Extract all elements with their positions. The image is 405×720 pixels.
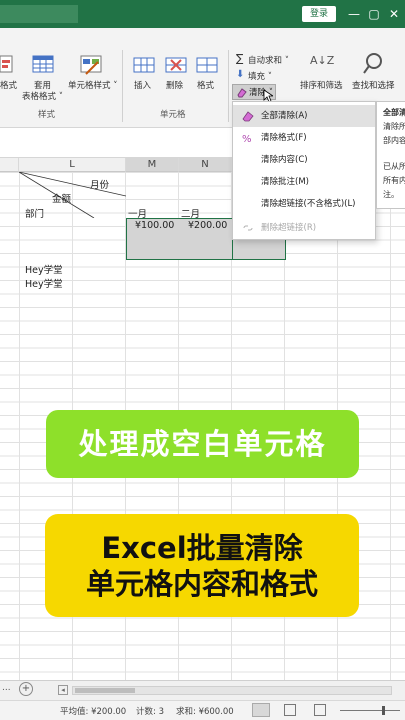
menu-item-remove-hyperlinks: 删除超链接(R) [233,217,375,239]
delete-label[interactable]: 删除 [166,79,183,91]
delete-cells-icon[interactable] [165,54,187,76]
column-header-n[interactable]: N [179,158,232,172]
fill-label[interactable]: 填充 ˅ [248,70,272,82]
page-break-icon[interactable] [314,704,326,716]
tooltip-text: 所有内 [383,176,405,185]
title-search-box[interactable] [0,5,78,23]
menu-item-clear-format[interactable]: % 清除格式(F) [233,127,375,149]
tooltip-text: 已从所 [383,162,405,171]
status-count: 计数: 3 [136,707,164,717]
title-bar: 登录 — ▢ ✕ [0,0,405,28]
clear-format-icon: % [242,134,252,144]
ribbon-divider [228,50,229,122]
horizontal-scrollbar[interactable] [72,686,392,695]
cond-format-label[interactable]: 格式 [0,79,17,91]
svg-text:%: % [242,134,252,144]
column-header-m[interactable]: M [126,158,179,172]
sort-filter-label[interactable]: 排序和筛选 [300,79,343,91]
row-label-1[interactable]: Hey学堂 [25,262,63,276]
caption-banner-green: 处理成空白单元格 [46,410,359,478]
eraser-icon [242,111,254,122]
fill-icon[interactable]: ⬇ [236,69,244,80]
tooltip-text: 注。 [383,190,399,199]
format-label[interactable]: 格式 [197,79,214,91]
caption-banner-yellow: Excel批量清除 单元格内容和格式 [45,514,359,617]
menu-item-clear-comments[interactable]: 清除批注(M) [233,171,375,193]
normal-view-icon[interactable] [252,703,270,717]
menu-item-label: 全部清除(A) [261,111,308,121]
menu-item-clear-hyperlinks[interactable]: 清除超链接(不含格式)(L) [233,193,375,215]
menu-item-label: 清除格式(F) [261,133,307,143]
insert-cells-icon[interactable] [133,54,155,76]
value-cell-1[interactable]: ¥100.00 [135,220,174,231]
menu-item-label: 清除内容(C) [261,155,308,165]
cell-style-icon[interactable] [80,54,102,76]
tooltip-text: 清除所 [383,122,405,131]
add-sheet-button[interactable]: + [19,682,33,696]
format-cells-icon[interactable] [196,54,218,76]
menu-item-label: 清除超链接(不含格式)(L) [261,199,356,209]
scroll-left-icon[interactable]: ◂ [58,685,68,695]
menu-item-label: 清除批注(M) [261,177,309,187]
caption-line-2: 单元格内容和格式 [85,567,318,601]
scrollbar-thumb[interactable] [75,688,135,693]
conditional-format-icon[interactable] [0,54,14,76]
unlink-icon [243,225,253,231]
tooltip-text: 部内容 [383,136,405,145]
caption-line-1: Excel批量清除 [101,531,303,565]
tooltip-title: 全部清 [383,108,405,117]
menu-item-clear-contents[interactable]: 清除内容(C) [233,149,375,171]
header-amount: 金额 [52,194,72,205]
row-label-2[interactable]: Hey学堂 [25,276,63,290]
restore-icon[interactable]: ▢ [367,5,381,23]
table-format-label-2[interactable]: 表格格式 ˅ [22,90,63,102]
sheet-tab-bar: ... + ◂ [0,680,405,700]
value-cell-2[interactable]: ¥200.00 [188,220,227,231]
eraser-icon [237,88,247,98]
minimize-icon[interactable]: — [347,5,361,23]
page-layout-icon[interactable] [284,704,296,716]
status-sum: 求和: ¥600.00 [176,707,234,717]
close-icon[interactable]: ✕ [387,5,401,23]
autosum-icon[interactable]: ∑ [236,52,243,65]
menu-item-label: 删除超链接(R) [261,223,317,233]
zoom-slider-thumb[interactable] [382,706,385,715]
ribbon-divider [122,50,123,122]
corner-header [0,158,19,172]
find-select-label[interactable]: 查找和选择 [352,79,395,91]
clear-all-tooltip: 全部清 清除所 部内容 已从所 所有内 注。 [376,101,405,209]
tooltip-spacer [383,148,405,160]
status-bar: 平均值: ¥200.00 计数: 3 求和: ¥600.00 [0,700,405,720]
find-select-icon[interactable] [362,52,384,76]
table-format-icon[interactable] [32,54,54,76]
header-dept: 部门 [25,209,45,220]
excel-window: 登录 — ▢ ✕ 格式 套用 表格格式 ˅ 单元格样式 ˅ 样式 插入 删除 格… [0,0,405,720]
tab-nav-more[interactable]: ... [2,683,11,693]
menu-item-clear-all[interactable]: 全部清除(A) [233,105,375,127]
insert-label[interactable]: 插入 [134,79,151,91]
column-header-l[interactable]: L [19,158,126,172]
header-month: 月份 [90,180,110,191]
sort-filter-icon[interactable]: A↓Z [310,54,334,67]
clear-dropdown-menu: 全部清除(A) % 清除格式(F) 清除内容(C) 清除批注(M) 清除超链接(… [232,101,376,240]
styles-group-label: 样式 [38,110,56,120]
zoom-slider[interactable] [340,710,400,711]
cell-style-label[interactable]: 单元格样式 ˅ [68,79,117,91]
cells-group-label: 单元格 [160,110,186,120]
status-average: 平均值: ¥200.00 [60,707,127,717]
login-button[interactable]: 登录 [302,6,336,22]
autosum-label[interactable]: 自动求和 ˅ [248,54,289,66]
